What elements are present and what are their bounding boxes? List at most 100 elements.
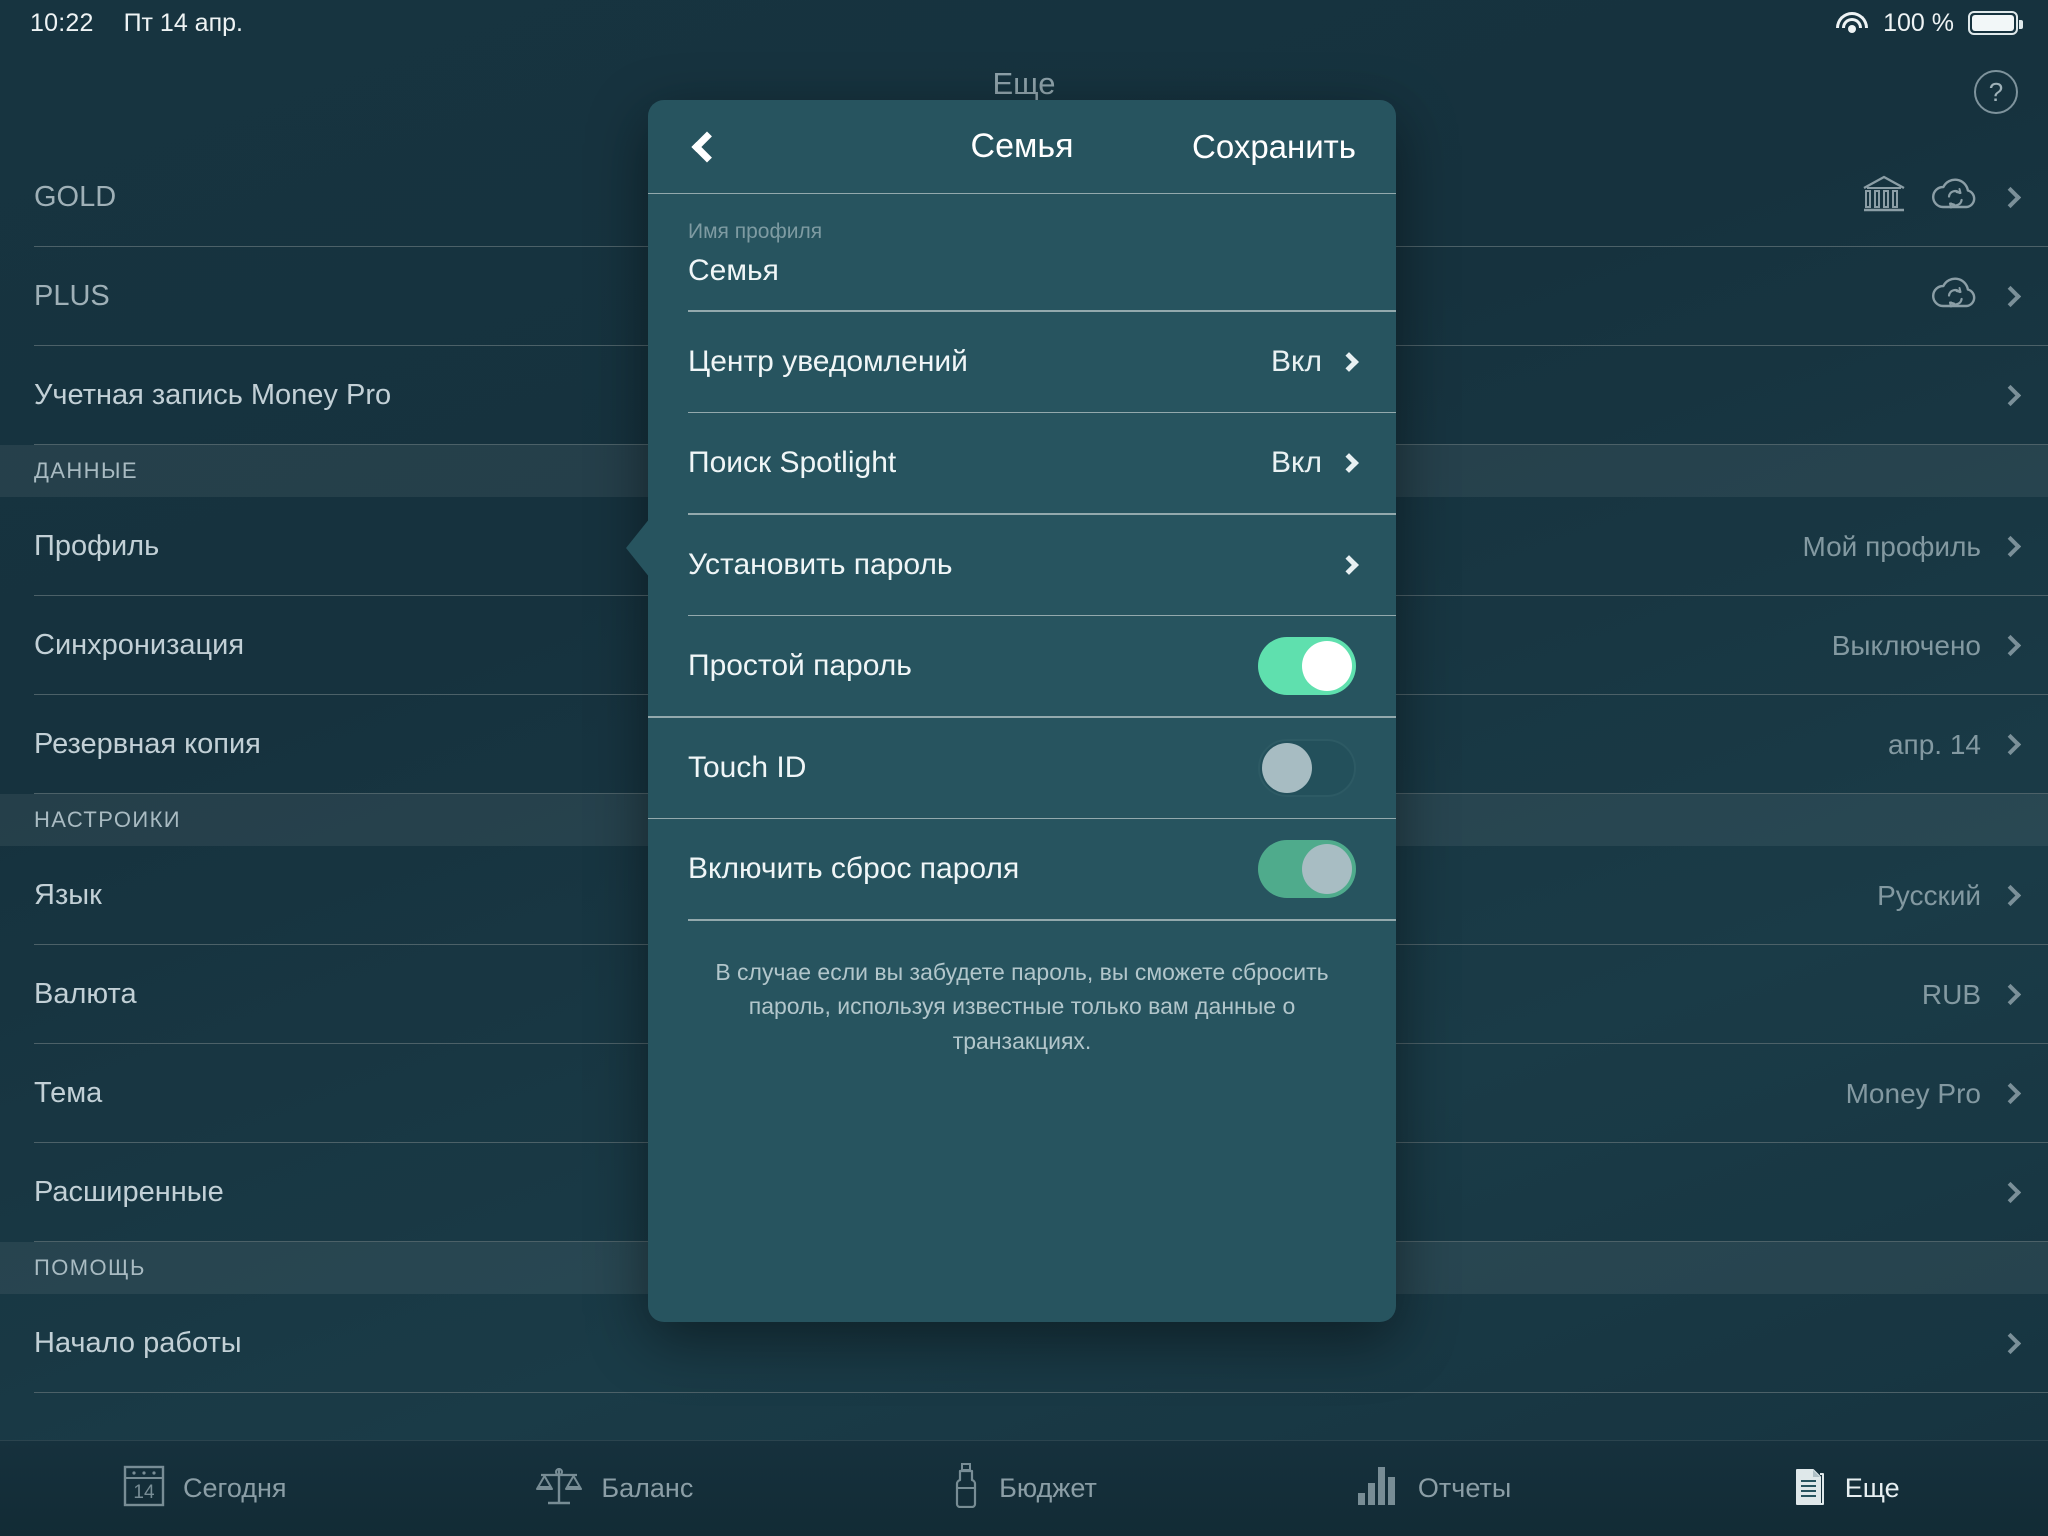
settings-row-label: Валюта — [34, 978, 137, 1010]
calendar-icon: 14 — [123, 1463, 165, 1514]
documents-icon — [1787, 1462, 1827, 1515]
tab-calendar[interactable]: 14 Сегодня — [0, 1463, 410, 1514]
tab-label: Сегодня — [183, 1473, 287, 1503]
status-time: 10:22 — [30, 8, 94, 37]
popover-row[interactable]: Установить пароль — [648, 515, 1396, 615]
help-icon[interactable]: ? — [1974, 70, 2018, 114]
popover-row[interactable]: Поиск Spotlight Вкл — [648, 413, 1396, 513]
bottle-icon — [951, 1462, 981, 1515]
chevron-right-icon — [1999, 733, 2022, 756]
status-bar: 10:22 Пт 14 апр. 100 % — [0, 0, 2048, 46]
settings-row-right — [1999, 384, 2022, 407]
settings-row-right: Money Pro — [1845, 1077, 2022, 1110]
settings-row-label: Начало работы — [34, 1327, 242, 1359]
tab-label: Еще — [1844, 1473, 1900, 1503]
row-divider — [34, 1392, 2048, 1393]
popover-row-right: Вкл — [1271, 446, 1359, 480]
chevron-right-icon — [1999, 983, 2022, 1006]
chevron-right-icon — [1339, 453, 1359, 473]
chevron-right-icon — [1339, 554, 1359, 575]
tab-label: Бюджет — [999, 1473, 1097, 1503]
popover-row[interactable]: Включить сброс пароля — [648, 819, 1396, 919]
chevron-right-icon — [1999, 1082, 2022, 1105]
settings-row-value: Money Pro — [1845, 1077, 1981, 1109]
profile-name-input[interactable]: Семья — [648, 244, 1396, 310]
popover-row-label: Центр уведомлений — [688, 344, 968, 378]
settings-row-value: апр. 14 — [1887, 728, 1981, 760]
tab-scales[interactable]: Баланс — [410, 1463, 820, 1514]
page-title: Еще — [992, 66, 1056, 101]
settings-row-right: Русский — [1877, 879, 2022, 912]
popover-row-label: Включить сброс пароля — [688, 852, 1020, 885]
settings-row-label: Резервная копия — [34, 728, 261, 760]
toggle-knob — [1262, 742, 1312, 793]
chevron-right-icon — [1999, 634, 2022, 657]
toggle-knob — [1302, 844, 1352, 894]
wifi-icon — [1835, 10, 1869, 36]
tab-bar-chart[interactable]: Отчеты — [1229, 1463, 1639, 1514]
settings-row-value: Русский — [1877, 879, 1981, 911]
tab-label: Отчеты — [1417, 1473, 1512, 1503]
chevron-right-icon — [1999, 384, 2022, 407]
settings-row-right: Выключено — [1831, 629, 2022, 662]
bar-chart-icon — [1356, 1463, 1400, 1514]
cloud-sync-icon — [1929, 176, 1981, 219]
settings-row-right: RUB — [1921, 978, 2022, 1011]
app-root: 10:22 Пт 14 апр. 100 % Еще ? GOLD PLUS Уче… — [0, 0, 2048, 1536]
settings-row-right — [1999, 1332, 2022, 1355]
toggle-switch[interactable] — [1258, 738, 1356, 797]
back-chevron-icon[interactable] — [691, 130, 723, 163]
settings-row-right: апр. 14 — [1887, 728, 2022, 761]
save-button[interactable]: Сохранить — [1192, 128, 1356, 166]
popover-rows: Центр уведомлений Вкл Поиск Spotlight Вкл Ус… — [648, 312, 1396, 921]
popover-row[interactable]: Touch ID — [648, 718, 1396, 818]
status-right-group: 100 % — [1835, 8, 2023, 38]
chevron-right-icon — [1999, 186, 2022, 209]
settings-row-label: GOLD — [34, 181, 117, 213]
toggle-switch[interactable] — [1258, 637, 1356, 695]
toggle-knob — [1302, 641, 1352, 691]
password-reset-footnote: В случае если вы забудете пароль, вы смо… — [715, 958, 1329, 1055]
profile-name-label: Имя профиля — [688, 220, 823, 243]
popover-row-label: Простой пароль — [688, 649, 912, 682]
popover-header: Семья Сохранить — [648, 100, 1396, 194]
chevron-right-icon — [1339, 351, 1359, 372]
popover-row-label: Поиск Spotlight — [688, 446, 897, 479]
settings-row-value: RUB — [1921, 978, 1981, 1010]
popover-row-value: Вкл — [1271, 446, 1322, 479]
popover-row-right: Вкл — [1271, 344, 1359, 379]
battery-percent-label: 100 % — [1883, 8, 1954, 37]
chevron-right-icon — [1999, 285, 2022, 308]
cloud-sync-icon — [1929, 275, 1981, 318]
chevron-right-icon — [1999, 535, 2022, 558]
svg-text:14: 14 — [133, 1482, 155, 1503]
settings-row-label: Синхронизация — [34, 629, 245, 661]
popover-row[interactable]: Центр уведомлений Вкл — [648, 312, 1396, 412]
toggle-switch[interactable] — [1258, 840, 1356, 898]
popover-row[interactable]: Простой пароль — [648, 616, 1396, 716]
chevron-right-icon — [1999, 1181, 2022, 1204]
popover-row-right — [1339, 554, 1359, 575]
popover-row-label: Установить пароль — [688, 547, 953, 581]
tab-label: Баланс — [601, 1473, 694, 1503]
status-date: Пт 14 апр. — [123, 8, 243, 37]
bank-icon — [1861, 174, 1907, 221]
battery-full-icon — [1968, 11, 2023, 35]
settings-row-label: Профиль — [34, 530, 160, 562]
popover-row-value: Вкл — [1271, 344, 1322, 378]
chevron-right-icon — [1999, 884, 2022, 907]
tab-documents[interactable]: Еще — [1638, 1462, 2048, 1515]
chevron-right-icon — [1999, 1332, 2022, 1355]
popover-row-label: Touch ID — [688, 750, 807, 784]
settings-row-label: Учетная запись Money Pro — [34, 379, 392, 411]
tab-bottle[interactable]: Бюджет — [819, 1462, 1229, 1515]
settings-row-value: Мой профиль — [1802, 530, 1981, 562]
settings-row-value: Выключено — [1831, 629, 1981, 661]
settings-row-right — [1861, 174, 2022, 221]
settings-row-label: Тема — [34, 1077, 103, 1109]
tab-bar: 14 Сегодня Баланс Бюджет Отчеты Еще — [0, 1440, 2048, 1536]
profile-popover: Семья Сохранить Имя профиля Семья Центр … — [626, 100, 1396, 1322]
scales-icon — [535, 1463, 583, 1514]
settings-row-label: PLUS — [34, 280, 110, 312]
settings-row-right: Мой профиль — [1802, 530, 2022, 563]
